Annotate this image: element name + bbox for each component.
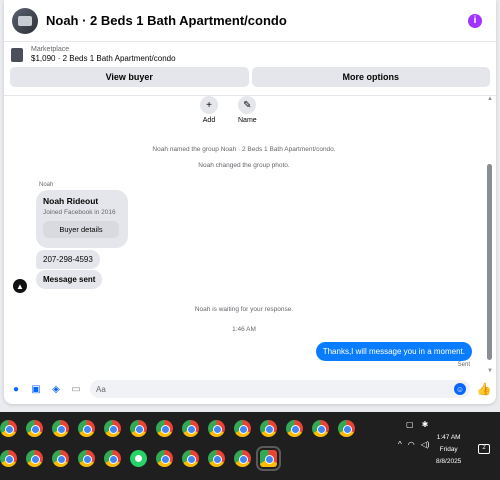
chrome-icon[interactable] [156,419,173,437]
system-tray: ▢ ✱ ^ ◠ ◁) 1:47 AM Friday 8/8/2025 2 [392,416,500,480]
chrome-icon[interactable] [26,449,43,467]
buyer-name[interactable]: Noah Rideout [43,196,121,206]
group-actions: + Add ✎ Name [200,96,257,124]
wifi-icon[interactable]: ◠ [408,440,415,449]
chrome-icon[interactable] [156,449,173,467]
clock-day: Friday [439,446,458,453]
message-input[interactable]: Aa ☺ [90,380,470,398]
marketplace-listing: Marketplace $1,090 · 2 Beds 1 Bath Apart… [4,42,496,96]
sender-name: Noah [39,182,54,188]
chrome-icon[interactable] [78,449,95,467]
chrome-icon[interactable] [26,419,43,437]
timestamp: 1:46 AM [232,326,256,333]
scroll-thumb[interactable] [487,164,492,360]
chrome-icon[interactable] [104,419,121,437]
name-label: Name [238,117,257,124]
message-status: Sent [457,362,470,368]
chrome-icon[interactable] [312,419,329,437]
edit-icon: ✎ [238,96,257,114]
emoji-icon[interactable]: ☺ [454,383,466,395]
chat-window: Noah · 2 Beds 1 Bath Apartment/condo i M… [4,0,496,404]
chrome-icon[interactable] [52,449,69,467]
chrome-icon[interactable] [286,419,303,437]
chevron-up-icon[interactable]: ^ [398,440,402,449]
buyer-joined: Joined Facebook in 2016 [43,209,116,216]
taskbar-apps [0,416,390,476]
microphone-icon[interactable]: ● [10,383,22,395]
chrome-icon[interactable] [208,419,225,437]
view-buyer-button[interactable]: View buyer [10,67,249,87]
chrome-icon[interactable] [130,419,147,437]
system-message-photo: Noah changed the group photo. [198,162,290,169]
add-action[interactable]: + Add [200,96,218,124]
marketplace-label: Marketplace [31,46,70,53]
message-phone[interactable]: 207-298-4593 [36,250,100,269]
chrome-icon[interactable] [338,419,355,437]
message-sent-bubble[interactable]: Message sent [36,270,103,289]
clock-date: 8/8/2025 [436,458,462,465]
notification-icon[interactable]: 2 [478,444,490,454]
info-icon[interactable]: i [468,13,482,28]
name-action[interactable]: ✎ Name [238,96,257,124]
group-avatar[interactable] [12,7,38,34]
volume-icon[interactable]: ◁) [421,440,430,449]
listing-thumbnail[interactable] [11,47,23,62]
chrome-icon[interactable] [208,449,225,467]
buyer-profile-card: Noah Rideout Joined Facebook in 2016 Buy… [36,190,128,248]
meet-icon[interactable]: ▢ [406,420,414,429]
outgoing-message[interactable]: Thanks,I will message you in a moment. [315,342,472,361]
system-message-named: Noah named the group Noah · 2 Beds 1 Bat… [152,146,336,153]
sender-avatar[interactable]: ▲ [13,279,27,293]
chat-title[interactable]: Noah · 2 Beds 1 Bath Apartment/condo [46,13,468,28]
more-options-button[interactable]: More options [251,67,490,87]
chrome-icon[interactable] [0,419,17,437]
chrome-icon[interactable] [52,419,69,437]
thumbs-up-icon[interactable]: 👍 [477,382,492,396]
taskbar: ▢ ✱ ^ ◠ ◁) 1:47 AM Friday 8/8/2025 2 [0,412,500,480]
scroll-up-icon[interactable]: ▲ [487,96,493,102]
chrome-icon[interactable] [234,419,251,437]
chrome-icon[interactable] [234,449,251,467]
clock-time: 1:47 AM [436,434,461,441]
system-message-waiting: Noah is waiting for your response. [194,306,294,313]
bluetooth-icon[interactable]: ✱ [422,420,429,429]
chrome-icon[interactable] [78,419,95,437]
chat-header: Noah · 2 Beds 1 Bath Apartment/condo i [4,0,496,42]
listing-price-title[interactable]: $1,090 · 2 Beds 1 Bath Apartment/condo [31,54,176,63]
message-placeholder: Aa [96,384,106,394]
chrome-icon[interactable] [182,419,199,437]
chrome-icon[interactable] [104,449,121,467]
add-person-icon: + [200,96,218,114]
gif-icon[interactable]: ▭ [70,383,82,395]
chrome-icon[interactable] [0,449,17,467]
chrome-icon[interactable] [182,449,199,467]
buyer-details-button[interactable]: Buyer details [43,221,119,238]
image-icon[interactable]: ▣ [30,383,42,395]
chrome-icon[interactable] [256,445,281,471]
sticker-icon[interactable]: ◈ [50,383,62,395]
scrollbar[interactable]: ▲ ▼ [485,96,495,374]
whatsapp-icon[interactable] [130,449,147,467]
composer: ● ▣ ◈ ▭ Aa ☺ 👍 [4,374,496,404]
add-label: Add [202,117,216,124]
clock[interactable]: 1:47 AM Friday 8/8/2025 [436,432,461,468]
message-list: + Add ✎ Name Noah named the group Noah ·… [4,96,496,374]
chrome-icon[interactable] [260,419,277,437]
